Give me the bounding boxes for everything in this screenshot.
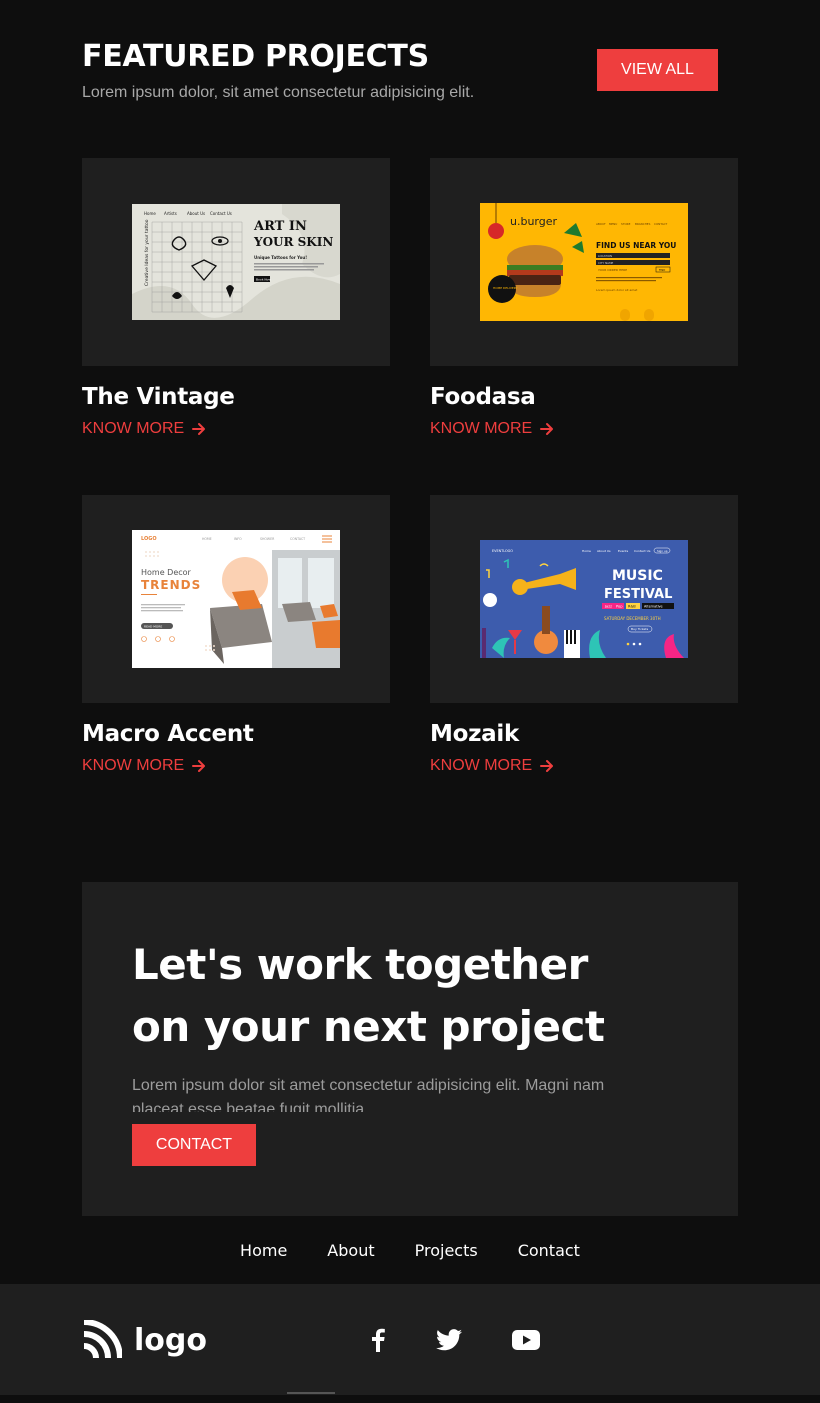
thumb-trends: TRENDS	[141, 578, 201, 592]
project-title: Mozaik	[430, 721, 519, 747]
arrow-right-icon	[540, 423, 554, 435]
thumb-nav-3: SHOWER	[260, 537, 275, 541]
project-title: The Vintage	[82, 384, 235, 410]
thumb-headline-2: YOUR SKIN	[253, 235, 333, 249]
thumb-book-now: Book Now	[256, 278, 271, 282]
know-more-label: KNOW MORE	[430, 420, 533, 437]
know-more-link[interactable]: KNOW MORE	[430, 757, 554, 775]
nav-item-home[interactable]: Home	[240, 1241, 287, 1260]
thumb-nav-2: About Us	[597, 549, 611, 553]
thumb-nav-2: MENU	[609, 222, 617, 226]
thumb-nav-4: Contact Us	[634, 549, 651, 553]
nav-item-about[interactable]: About	[327, 1241, 374, 1260]
thumb-nav-1: HOME	[202, 537, 212, 541]
facebook-icon[interactable]	[370, 1328, 386, 1356]
youtube-icon[interactable]	[512, 1330, 540, 1354]
thumb-nav-home: Home	[144, 211, 156, 216]
thumb-nav-contact: Contact Us	[210, 211, 232, 216]
social-links	[370, 1328, 540, 1356]
know-more-link[interactable]: KNOW MORE	[82, 420, 206, 438]
logo-text: logo	[134, 1322, 207, 1358]
thumb-signup: Sign up	[657, 549, 668, 553]
project-card-mozaik[interactable]: EVENTLOGO Home About Us Events Contact U…	[430, 495, 738, 775]
thumb-nav-4: CONTACT	[290, 537, 305, 541]
project-thumbnail[interactable]: u.burger ABOUT MENU STORE BRANCHES CONTA…	[430, 158, 738, 366]
know-more-label: KNOW MORE	[82, 757, 185, 774]
thumb-nav-artists: Artists	[164, 211, 177, 216]
thumb-genre-4: Alternative	[644, 605, 663, 609]
thumb-music: MUSIC	[612, 568, 663, 584]
thumb-nav-5: CONTACT	[654, 222, 668, 226]
thumb-nav-about: About Us	[187, 211, 205, 216]
foodasa-screenshot: u.burger ABOUT MENU STORE BRANCHES CONTA…	[480, 203, 688, 321]
thumb-festival: FESTIVAL	[604, 587, 672, 602]
twitter-icon[interactable]	[436, 1329, 462, 1355]
nav-item-contact[interactable]: Contact	[518, 1241, 580, 1260]
project-card-macro-accent[interactable]: LOGO HOME INFO SHOWER CONTACT Home Decor…	[82, 495, 390, 775]
project-title: Macro Accent	[82, 721, 254, 747]
thumb-nav-2: INFO	[234, 537, 242, 541]
project-thumbnail[interactable]: Home Artists About Us Contact Us Creativ…	[82, 158, 390, 366]
logo[interactable]: logo	[82, 1320, 207, 1360]
thumb-read-more: READ MORE	[144, 625, 162, 629]
project-card-the-vintage[interactable]: Home Artists About Us Contact Us Creativ…	[82, 158, 390, 438]
cta-body: Lorem ipsum dolor sit amet consectetur a…	[132, 1077, 605, 1112]
contact-button[interactable]: CONTACT	[132, 1124, 256, 1166]
know-more-link[interactable]: KNOW MORE	[430, 420, 554, 438]
thumb-logo: EVENTLOGO	[492, 549, 513, 553]
cta-section: Let's work together on your next project…	[82, 882, 738, 1216]
thumb-headline-1: ART IN	[253, 219, 307, 234]
footer-nav: Home About Projects Contact	[0, 1241, 820, 1260]
thumb-buy-tickets: Buy Tickets	[631, 627, 649, 631]
project-title: Foodasa	[430, 384, 536, 410]
thumb-order: YOUR ORDER HERE	[598, 268, 627, 272]
thumb-headline: Home Decor	[141, 568, 192, 577]
thumb-lorem: Lorem ipsum dolor sit amet	[596, 288, 638, 292]
rss-logo-icon	[83, 1320, 122, 1359]
thumb-genre-3: R&B	[628, 605, 636, 609]
thumb-sidebar-text: Creative Ideas for your tattoo	[144, 219, 150, 286]
thumb-nav-1: Home	[582, 549, 591, 553]
thumb-tagline: Unique Tattoos for You!	[254, 255, 307, 260]
project-thumbnail[interactable]: LOGO HOME INFO SHOWER CONTACT Home Decor…	[82, 495, 390, 703]
know-more-label: KNOW MORE	[430, 757, 533, 774]
macro-accent-screenshot: LOGO HOME INFO SHOWER CONTACT Home Decor…	[132, 530, 340, 668]
thumb-field-1: LOCATION	[598, 254, 612, 258]
thumb-genre-2: Pop	[616, 605, 623, 609]
arrow-right-icon	[192, 423, 206, 435]
thumb-date: SATURDAY DECEMBER 30TH	[604, 616, 661, 621]
footer: logo	[0, 1284, 820, 1395]
mozaik-screenshot: EVENTLOGO Home About Us Events Contact U…	[480, 540, 688, 658]
arrow-right-icon	[192, 760, 206, 772]
thumb-genre-1: Jazz	[604, 605, 612, 609]
thumb-logo: LOGO	[141, 536, 157, 542]
project-card-foodasa[interactable]: u.burger ABOUT MENU STORE BRANCHES CONTA…	[430, 158, 738, 438]
thumb-home-delivery: HOME DELIVERY	[493, 286, 518, 290]
project-thumbnail[interactable]: EVENTLOGO Home About Us Events Contact U…	[430, 495, 738, 703]
thumb-nav-3: STORE	[621, 222, 631, 226]
view-all-button[interactable]: VIEW ALL	[597, 49, 718, 91]
thumb-find-btn: FIND	[659, 268, 665, 272]
know-more-link[interactable]: KNOW MORE	[82, 757, 206, 775]
thumb-find-us: FIND US NEAR YOU	[596, 241, 676, 250]
vintage-screenshot: Home Artists About Us Contact Us Creativ…	[132, 204, 340, 320]
thumb-nav-1: ABOUT	[596, 222, 606, 226]
thumb-nav-4: BRANCHES	[635, 222, 651, 226]
scroll-indicator	[287, 1392, 335, 1394]
cta-heading: Let's work together on your next project	[132, 940, 605, 1051]
know-more-label: KNOW MORE	[82, 420, 185, 437]
thumb-brand: u.burger	[510, 215, 558, 228]
nav-item-projects[interactable]: Projects	[415, 1241, 478, 1260]
arrow-right-icon	[540, 760, 554, 772]
featured-projects-section: FEATURED PROJECTS Lorem ipsum dolor, sit…	[82, 38, 738, 102]
thumb-field-2: CITY NAME	[598, 261, 614, 265]
thumb-nav-3: Events	[618, 549, 629, 553]
